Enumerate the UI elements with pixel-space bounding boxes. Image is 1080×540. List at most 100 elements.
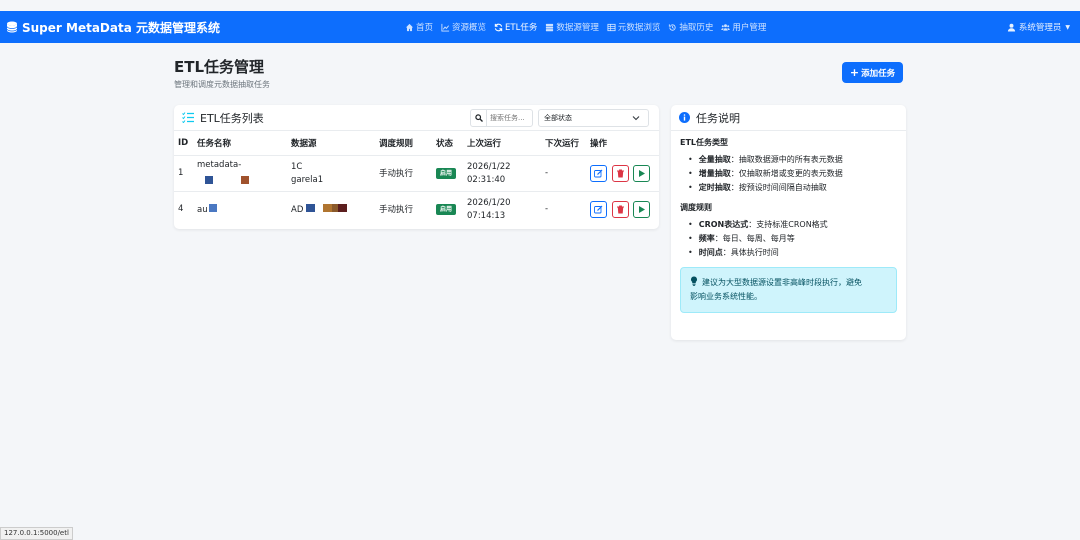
database-icon (6, 21, 18, 33)
database-icon (546, 23, 554, 31)
item-text: ：仅抽取新增或变更的表元数据 (730, 168, 843, 178)
tip-alert: 建议为大型数据源设置非高峰时段执行，避免 影响业务系统性能。 (680, 267, 897, 313)
home-icon (405, 23, 414, 31)
trash-icon (616, 169, 624, 177)
nav-history[interactable]: 抽取历史 (668, 21, 713, 33)
item-text: ：具体执行时间 (722, 247, 779, 257)
status-filter-value: 全部状态 (544, 114, 572, 122)
trash-icon (616, 205, 624, 214)
nav-etl[interactable]: ETL任务 (494, 21, 537, 33)
cell-status: 启用 (432, 154, 463, 191)
nav-label: 资源概览 (452, 23, 487, 33)
plus-icon: + (849, 66, 860, 79)
list-item: CRON表达式：支持标准CRON格式 (688, 217, 897, 231)
info-card: 任务说明 ETL任务类型 全量抽取：抽取数据源中的所有表元数据 增量抽取：仅抽取… (671, 105, 906, 340)
brand-title: Super MetaData 元数据管理系统 (22, 20, 220, 35)
run-button[interactable] (633, 200, 651, 218)
col-header-status: 状态 (436, 138, 454, 149)
last-run-date: 2026/1/22 (467, 161, 511, 172)
col-header-name: 任务名称 (197, 138, 232, 149)
run-button[interactable] (633, 164, 651, 182)
redacted-block (208, 203, 217, 212)
nav-label: 用户管理 (732, 23, 767, 33)
users-icon (721, 23, 731, 31)
navbar: Super MetaData 元数据管理系统 首页 资源概览 ETL任务 数据源… (0, 11, 1080, 43)
lightbulb-icon (691, 276, 697, 286)
tip-line-1: 建议为大型数据源设置非高峰时段执行，避免 (702, 278, 862, 287)
item-key: 频率 (698, 233, 715, 243)
top-strip (0, 0, 1080, 11)
nav-label: 抽取历史 (679, 23, 714, 33)
search-icon (474, 114, 483, 122)
search-input[interactable] (487, 114, 531, 122)
cell-id: 1 (174, 154, 193, 191)
nav-label: 数据源管理 (556, 23, 599, 33)
cell-actions (586, 190, 659, 227)
list-item: 时间点：具体执行时间 (688, 245, 897, 259)
brand[interactable]: Super MetaData 元数据管理系统 (6, 11, 220, 43)
task-list-header: ETL任务列表 全部状态 (174, 105, 659, 131)
redacted-block (306, 203, 316, 212)
info-circle-icon (679, 112, 690, 123)
col-header-actions: 操作 (590, 138, 608, 149)
nav-label: 首页 (416, 23, 434, 33)
edit-button[interactable] (590, 164, 607, 182)
col-header-last-run: 上次运行 (467, 138, 502, 149)
status-bar-url: 127.0.0.1:5000/etl (0, 527, 73, 540)
history-icon (669, 23, 676, 31)
page-subtitle: 管理和调度元数据抽取任务 (174, 80, 270, 89)
table-icon (607, 23, 616, 31)
task-name: au (197, 204, 208, 215)
item-text: ：抽取数据源中的所有表元数据 (730, 154, 843, 164)
edit-button[interactable] (590, 200, 607, 218)
cell-last-run: 2026/1/20 07:14:13 (463, 190, 541, 227)
search-button[interactable] (471, 110, 487, 126)
list-item: 定时抽取：按预设时间间隔自动抽取 (688, 180, 897, 194)
item-key: 全量抽取 (698, 154, 731, 164)
edit-icon (594, 205, 603, 214)
nav-users[interactable]: 用户管理 (721, 21, 766, 33)
item-text: ：支持标准CRON格式 (748, 219, 828, 229)
status-badge: 启用 (436, 204, 457, 216)
item-text: ：按预设时间间隔自动抽取 (730, 182, 827, 192)
item-key: 定时抽取 (698, 182, 731, 192)
cell-source: AD (287, 190, 375, 227)
user-menu[interactable]: 系统管理员 ▼ (1007, 11, 1070, 43)
redacted-block (338, 203, 348, 212)
last-run-time: 07:14:13 (467, 210, 506, 221)
nav-overview[interactable]: 资源概览 (441, 21, 486, 33)
last-run-date: 2026/1/20 (467, 197, 511, 208)
task-search (470, 109, 533, 127)
nav-links: 首页 资源概览 ETL任务 数据源管理 元数据浏览 抽取历史 用户管理 (405, 11, 774, 43)
list-item: 全量抽取：抽取数据源中的所有表元数据 (688, 152, 897, 166)
item-text: ：每日、每周、每月等 (714, 233, 795, 243)
item-key: 时间点 (698, 247, 723, 257)
cell-schedule: 手动执行 (375, 154, 432, 191)
cell-source: 1C garela1 (287, 154, 375, 191)
delete-button[interactable] (611, 200, 629, 218)
task-table: ID 任务名称 数据源 调度规则 状态 上次运行 下次运行 操作 1 metad… (174, 131, 659, 227)
cell-name: au (193, 190, 287, 227)
redacted-block (323, 203, 333, 212)
section-title: ETL任务类型 (680, 138, 729, 147)
play-icon (639, 169, 646, 177)
add-task-button[interactable]: + 添加任务 (842, 62, 903, 83)
status-filter-select[interactable]: 全部状态 (538, 109, 649, 127)
table-row: 1 metadata- 1C garela1 手动执行 启用 2026/1/22… (174, 154, 659, 191)
cell-name: metadata- (193, 154, 287, 191)
cell-actions (586, 154, 659, 191)
page-title: ETL任务管理 (174, 58, 265, 76)
chart-icon (441, 23, 450, 32)
task-list-card: ETL任务列表 全部状态 ID 任务名称 数据源 调度规则 状态 上次运行 下次… (174, 105, 659, 229)
cell-schedule: 手动执行 (375, 190, 432, 227)
edit-icon (594, 169, 603, 177)
item-key: 增量抽取 (698, 168, 731, 178)
list-item: 频率：每日、每周、每月等 (688, 231, 897, 245)
add-task-label: 添加任务 (861, 68, 896, 79)
nav-datasource[interactable]: 数据源管理 (545, 21, 599, 33)
nav-metadata[interactable]: 元数据浏览 (607, 21, 660, 33)
nav-home[interactable]: 首页 (405, 21, 433, 33)
redacted-block (205, 175, 283, 187)
etl-type-list: 全量抽取：抽取数据源中的所有表元数据 增量抽取：仅抽取新增或变更的表元数据 定时… (688, 152, 897, 194)
delete-button[interactable] (611, 164, 629, 182)
